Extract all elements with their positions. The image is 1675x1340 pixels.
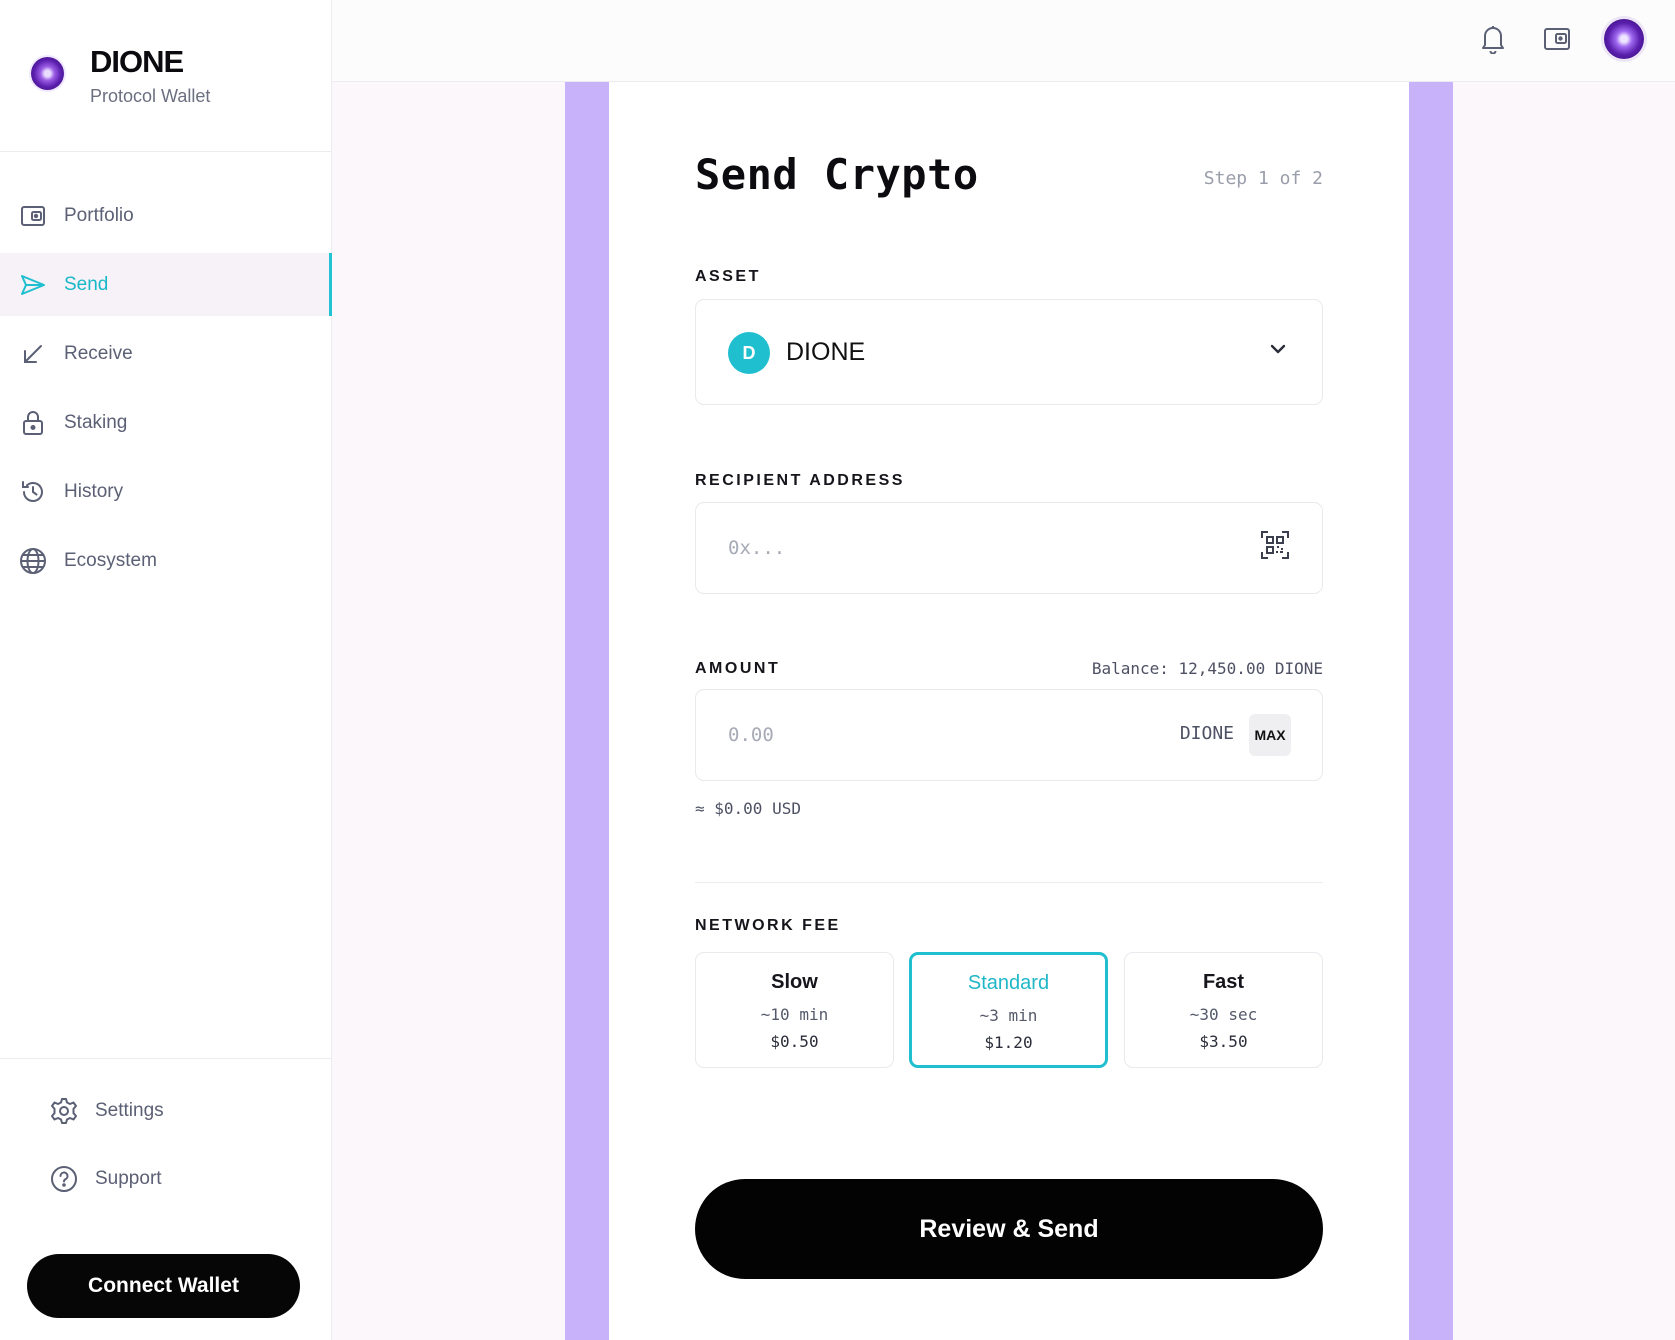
dione-logo bbox=[31, 57, 64, 90]
receive-arrow-icon bbox=[19, 340, 47, 368]
amount-placeholder: 0.00 bbox=[728, 724, 774, 746]
fee-name: Fast bbox=[1202, 971, 1245, 993]
sidebar-item-staking[interactable]: Staking bbox=[0, 391, 331, 454]
history-icon bbox=[19, 478, 47, 506]
sidebar-nav: Portfolio Send Receive Staking History E… bbox=[0, 184, 332, 598]
sidebar-item-label: Receive bbox=[64, 342, 133, 364]
recipient-address-input[interactable]: 0x... bbox=[695, 502, 1323, 594]
dione-coin-icon: D bbox=[728, 332, 770, 374]
sidebar-item-history[interactable]: History bbox=[0, 460, 331, 523]
usd-estimate: ≈ $0.00 USD bbox=[695, 799, 801, 818]
sidebar-item-settings[interactable]: Settings bbox=[49, 1096, 164, 1126]
fee-option-standard[interactable]: Standard ~3 min $1.20 bbox=[909, 952, 1108, 1068]
topbar bbox=[332, 0, 1675, 82]
sidebar-footer bbox=[0, 1058, 331, 1059]
sidebar-item-label: Ecosystem bbox=[64, 549, 157, 571]
sidebar-item-label: Send bbox=[64, 273, 109, 295]
sidebar-item-support[interactable]: Support bbox=[49, 1164, 162, 1194]
sidebar-item-label: Staking bbox=[64, 411, 128, 433]
user-avatar[interactable] bbox=[1604, 19, 1644, 59]
recipient-placeholder: 0x... bbox=[728, 537, 786, 559]
help-icon bbox=[49, 1164, 79, 1194]
fee-cost: $0.50 bbox=[770, 1032, 819, 1051]
qr-scan-icon[interactable] bbox=[1260, 530, 1290, 565]
fee-name: Standard bbox=[967, 972, 1050, 994]
sidebar-item-receive[interactable]: Receive bbox=[0, 322, 331, 385]
balance-text: Balance: 12,450.00 DIONE bbox=[1091, 659, 1323, 678]
bell-icon[interactable] bbox=[1474, 20, 1512, 58]
sidebar: DIONE Protocol Wallet Portfolio Send Rec… bbox=[0, 0, 332, 1340]
section-divider bbox=[695, 882, 1323, 883]
asset-value: DIONE bbox=[786, 338, 866, 366]
max-button[interactable]: MAX bbox=[1249, 714, 1291, 756]
brand-name: DIONE bbox=[90, 44, 184, 79]
support-label: Support bbox=[95, 1168, 162, 1189]
lock-icon bbox=[19, 409, 47, 437]
sidebar-item-send[interactable]: Send bbox=[0, 253, 332, 316]
fee-time: ~3 min bbox=[979, 1006, 1038, 1025]
globe-icon bbox=[19, 547, 47, 575]
send-form-card: Send Crypto Step 1 of 2 ASSET D DIONE RE… bbox=[609, 82, 1409, 1340]
asset-select[interactable]: D DIONE bbox=[695, 299, 1323, 405]
wallet-icon bbox=[19, 202, 47, 230]
connect-wallet-button[interactable]: Connect Wallet bbox=[27, 1254, 300, 1318]
amount-input[interactable]: 0.00 DIONE MAX bbox=[695, 689, 1323, 781]
chevron-down-icon bbox=[1268, 342, 1288, 361]
brand-header: DIONE Protocol Wallet bbox=[0, 0, 331, 152]
recipient-label: RECIPIENT ADDRESS bbox=[695, 472, 905, 489]
accent-stripe-left bbox=[565, 82, 609, 1340]
sidebar-item-ecosystem[interactable]: Ecosystem bbox=[0, 529, 331, 592]
sidebar-item-label: Portfolio bbox=[64, 204, 134, 226]
fee-cost: $1.20 bbox=[984, 1033, 1033, 1052]
gear-icon bbox=[49, 1096, 79, 1126]
asset-label: ASSET bbox=[695, 268, 761, 285]
settings-label: Settings bbox=[95, 1100, 164, 1121]
brand-subtitle: Protocol Wallet bbox=[90, 86, 211, 106]
fee-time: ~10 min bbox=[760, 1005, 829, 1024]
amount-unit: DIONE bbox=[1179, 723, 1234, 744]
amount-label: AMOUNT bbox=[695, 660, 781, 677]
step-indicator: Step 1 of 2 bbox=[1203, 168, 1323, 189]
fee-time: ~30 sec bbox=[1189, 1005, 1258, 1024]
fee-option-fast[interactable]: Fast ~30 sec $3.50 bbox=[1124, 952, 1323, 1068]
network-fee-label: NETWORK FEE bbox=[695, 917, 841, 934]
wallet-icon[interactable] bbox=[1538, 20, 1576, 58]
accent-stripe-right bbox=[1409, 82, 1453, 1340]
review-send-button[interactable]: Review & Send bbox=[695, 1179, 1323, 1279]
sidebar-item-portfolio[interactable]: Portfolio bbox=[0, 184, 331, 247]
page-title: Send Crypto bbox=[695, 150, 979, 199]
fee-option-slow[interactable]: Slow ~10 min $0.50 bbox=[695, 952, 894, 1068]
fee-name: Slow bbox=[771, 971, 818, 993]
send-icon bbox=[19, 271, 47, 299]
sidebar-item-label: History bbox=[64, 480, 124, 502]
fee-cost: $3.50 bbox=[1199, 1032, 1248, 1051]
